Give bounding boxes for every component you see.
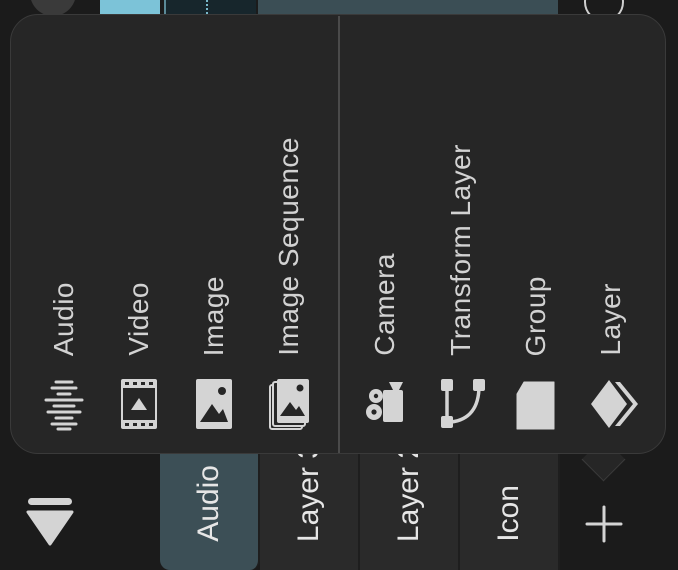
track-tab-layer-3[interactable]: Layer 3 [260,442,360,570]
track-tab-audio[interactable]: Audio [160,450,260,570]
menu-item-label: Image [198,275,229,356]
image-icon [192,376,236,432]
waveform-marker [206,0,214,14]
menu-item-image-sequence[interactable]: Image Sequence [256,60,322,432]
image-sequence-icon [267,376,311,432]
track-tab-icon[interactable]: Icon [460,450,560,570]
track-tab-layer-2[interactable]: Layer 2 [360,442,460,570]
menu-item-label: Group [520,275,551,356]
track-tab-label: Layer 2 [392,441,425,542]
menu-item-label: Transform Layer [445,144,476,356]
menu-item-label: Layer [595,283,626,356]
layer-icon [589,376,638,432]
menu-item-audio[interactable]: Audio [31,60,97,432]
camera-icon [363,376,407,432]
menu-item-label: Camera [369,253,400,356]
menu-item-layer[interactable]: Layer [578,60,644,432]
track-tab-label: Layer 3 [292,441,325,542]
menu-item-video[interactable]: Video [106,60,172,432]
audio-waveform-icon [42,376,86,432]
menu-item-label: Audio [48,281,79,356]
menu-item-camera[interactable]: Camera [352,60,418,432]
menu-item-label: Image Sequence [273,137,304,356]
track-tab-label: Icon [492,485,525,542]
menu-item-label: Video [123,282,154,356]
group-icon [514,376,558,432]
menu-item-group[interactable]: Group [503,60,569,432]
transform-layer-icon [439,376,485,432]
add-track-button[interactable] [584,504,624,544]
menu-item-image[interactable]: Image [181,60,247,432]
track-tab-label: Audio [192,465,225,542]
menu-divider [338,16,340,453]
menu-item-transform-layer[interactable]: Transform Layer [428,60,494,432]
plus-icon [585,505,623,543]
collapse-down-icon [26,498,74,546]
collapse-tracks-button[interactable] [26,496,74,548]
video-film-icon [117,376,161,432]
